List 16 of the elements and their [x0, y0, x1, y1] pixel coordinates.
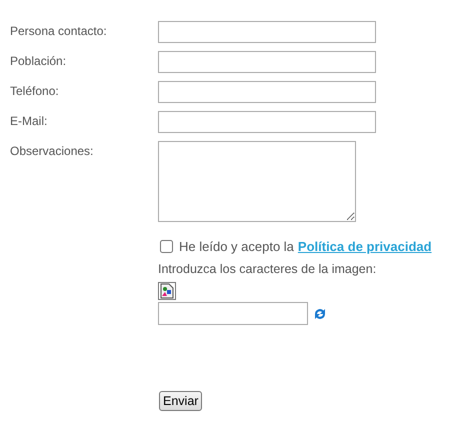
input-field[interactable] [158, 51, 376, 73]
privacy-checkbox[interactable] [160, 240, 173, 253]
broken-image-icon [158, 282, 176, 300]
text-area[interactable] [158, 141, 356, 222]
captcha-field[interactable] [158, 302, 308, 325]
captcha-prompt: Introduzca los caracteres de la imagen: [158, 262, 378, 276]
submit-button[interactable]: Enviar [159, 391, 202, 411]
input-field[interactable] [158, 21, 376, 43]
input-field[interactable] [158, 111, 376, 133]
field-label: Persona contacto: [10, 23, 108, 38]
field-label: E-Mail: [10, 113, 48, 128]
field-label: Teléfono: [10, 83, 60, 98]
consent-text: He leído y acepto la [179, 239, 294, 254]
field-label: Población: [10, 53, 68, 68]
field-label: Observaciones: [10, 143, 94, 158]
input-field[interactable] [158, 81, 376, 103]
